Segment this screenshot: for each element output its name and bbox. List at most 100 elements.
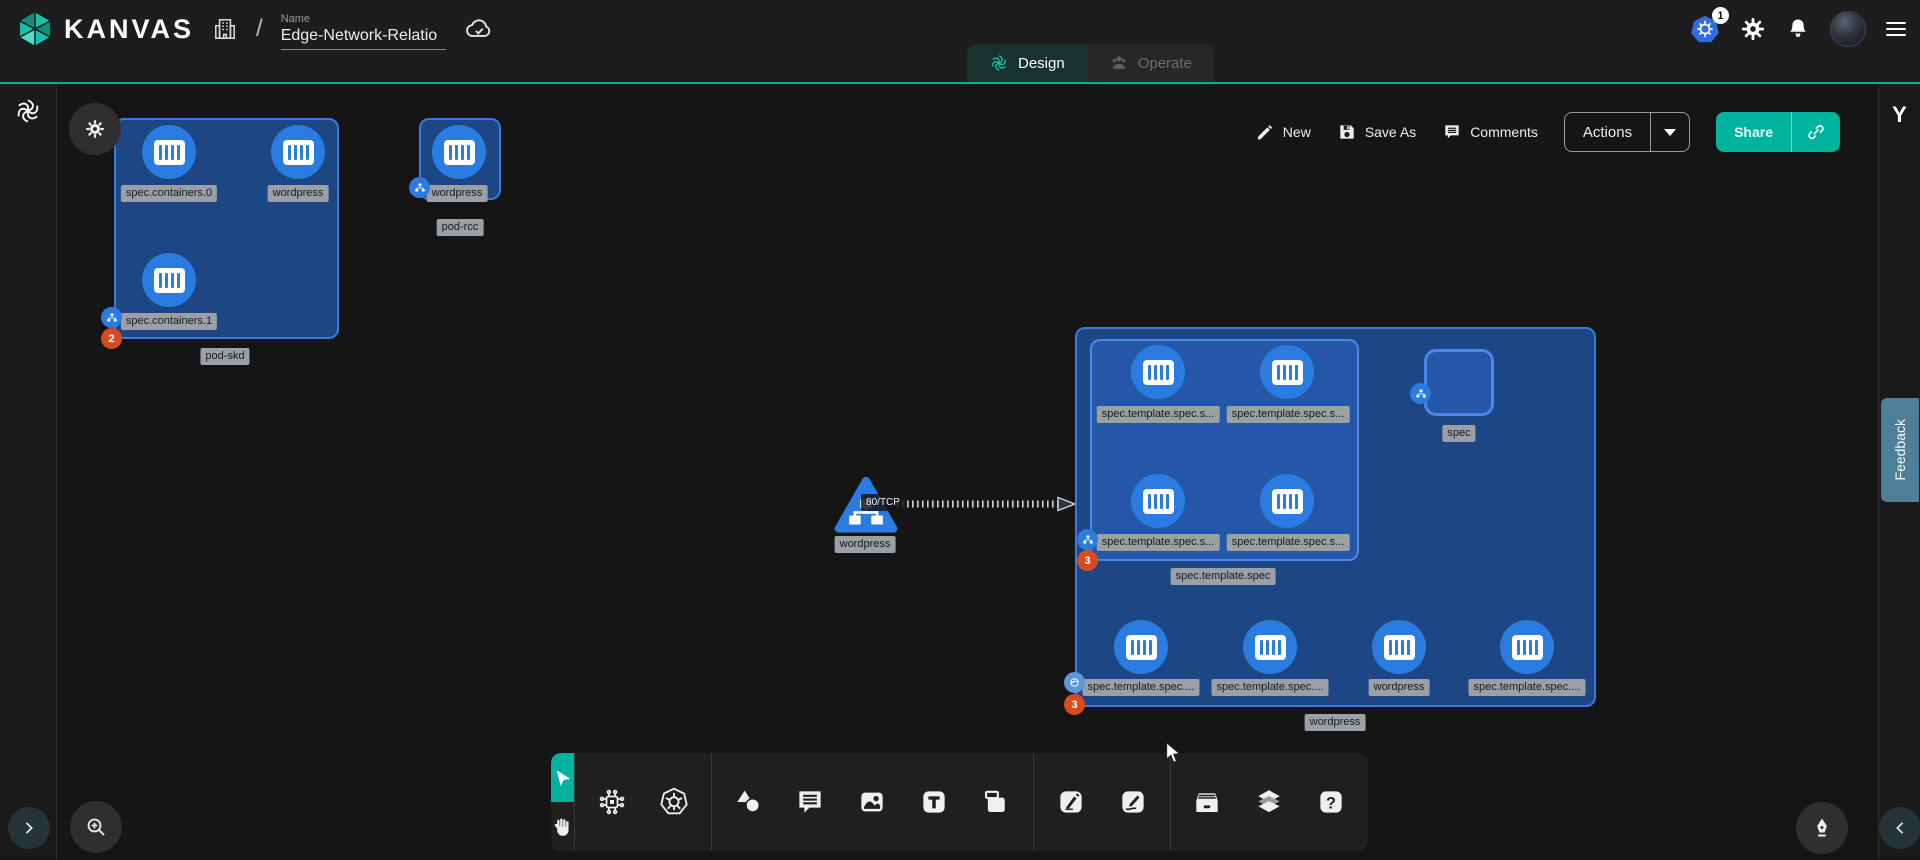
template-container-node[interactable] [1260, 474, 1314, 528]
freehand-draw-tool-button[interactable] [1104, 753, 1162, 851]
node-spec-containers-0[interactable] [142, 125, 196, 179]
kanvas-logo[interactable]: KANVAS [16, 10, 194, 48]
node-label: spec.containers.0 [121, 185, 217, 202]
left-rail [0, 84, 57, 858]
share-link-icon[interactable] [1791, 112, 1840, 152]
comments-icon [1442, 122, 1462, 142]
kubernetes-tool-button[interactable] [645, 753, 703, 851]
breadcrumb-separator: / [256, 15, 263, 43]
design-canvas[interactable]: New Save As [57, 84, 1878, 858]
notifications-bell-icon[interactable] [1786, 17, 1810, 41]
brand-name: KANVAS [64, 14, 194, 45]
collapse-right-panel-button[interactable] [1879, 807, 1920, 849]
zoom-search-button[interactable] [70, 801, 122, 853]
design-name-input[interactable] [281, 25, 446, 50]
tab-design[interactable]: Design [967, 44, 1087, 82]
y-panel-icon[interactable]: Y [1879, 102, 1920, 128]
group-label: wordpress [1305, 714, 1366, 731]
deployment-badge-icon[interactable] [1064, 672, 1085, 693]
node-label: wordpress [427, 185, 488, 202]
help-tool-button[interactable]: ? [1302, 753, 1360, 851]
template-container-node[interactable] [1131, 345, 1185, 399]
pen-tool-button[interactable] [1042, 753, 1100, 851]
share-split-button[interactable]: Share [1716, 112, 1840, 152]
node-label: spec.template.spec.s... [1227, 534, 1350, 551]
tab-operate-label: Operate [1138, 55, 1192, 72]
design-name-label: Name [281, 13, 446, 25]
share-label[interactable]: Share [1716, 112, 1791, 152]
group-settings-button[interactable] [69, 103, 121, 155]
spec-node[interactable] [1424, 349, 1494, 416]
actions-split-button[interactable]: Actions [1564, 112, 1690, 152]
container-icon [154, 140, 185, 165]
template-container-node[interactable] [1131, 474, 1185, 528]
container-icon [1512, 635, 1543, 660]
tab-operate[interactable]: Operate [1087, 44, 1214, 82]
mouse-cursor [1161, 740, 1185, 766]
pan-tool-button[interactable] [551, 802, 574, 851]
node-wordpress-container[interactable] [271, 125, 325, 179]
hamburger-menu-icon[interactable] [1886, 18, 1906, 40]
container-icon [1384, 635, 1415, 660]
container-icon [283, 140, 314, 165]
feedback-label: Feedback [1892, 419, 1908, 480]
shape-note-tool-button[interactable] [967, 753, 1025, 851]
relationship-badge-icon[interactable] [1077, 529, 1098, 550]
tab-design-label: Design [1018, 55, 1065, 72]
kubernetes-context-count: 1 [1712, 7, 1729, 24]
node-label: spec.template.spec.s... [1097, 534, 1220, 551]
new-button[interactable]: New [1255, 122, 1311, 142]
deployment-container-node[interactable] [1372, 620, 1426, 674]
drawer-tool-button[interactable] [1178, 753, 1236, 851]
actions-dropdown-caret[interactable] [1650, 113, 1689, 151]
design-name-field: Name [281, 13, 446, 50]
pen-nib-button[interactable] [1796, 802, 1848, 854]
node-label: spec.containers.1 [121, 313, 217, 330]
group-label: pod-rcc [437, 219, 484, 236]
issue-count-badge[interactable]: 3 [1077, 550, 1098, 571]
relationship-badge-icon[interactable] [1410, 383, 1431, 404]
comments-button[interactable]: Comments [1442, 122, 1538, 142]
comment-tool-button[interactable] [781, 753, 839, 851]
issue-count-badge[interactable]: 3 [1064, 694, 1085, 715]
components-tool-button[interactable] [583, 753, 641, 851]
deployment-container-node[interactable] [1500, 620, 1554, 674]
service-edge[interactable] [895, 496, 1077, 512]
feedback-tab[interactable]: Feedback [1881, 398, 1919, 502]
deployment-container-node[interactable] [1243, 620, 1297, 674]
node-wordpress-container[interactable] [432, 125, 486, 179]
cloud-saved-icon [464, 14, 494, 44]
container-icon [1255, 635, 1286, 660]
group-label: pod-skd [200, 348, 249, 365]
actions-label[interactable]: Actions [1565, 113, 1650, 151]
new-icon [1255, 122, 1275, 142]
service-label: wordpress [835, 536, 896, 553]
user-avatar[interactable] [1830, 11, 1866, 47]
organization-icon[interactable] [212, 16, 238, 42]
relationship-badge-icon[interactable] [409, 177, 430, 198]
image-tool-button[interactable] [843, 753, 901, 851]
template-container-node[interactable] [1260, 345, 1314, 399]
svg-text:?: ? [1326, 794, 1336, 812]
edge-port-label: 80/TCP [861, 494, 905, 511]
container-icon [1143, 360, 1174, 385]
layers-tool-button[interactable] [1240, 753, 1298, 851]
relationship-badge-icon[interactable] [101, 307, 122, 328]
node-spec-containers-1[interactable] [142, 253, 196, 307]
kubernetes-context-button[interactable]: 1 [1690, 14, 1720, 44]
save-as-button[interactable]: Save As [1337, 122, 1416, 142]
container-icon [1143, 489, 1174, 514]
canvas-action-bar: New Save As [1255, 112, 1840, 152]
text-tool-button[interactable] [905, 753, 963, 851]
expand-left-panel-button[interactable] [8, 807, 50, 849]
settings-gear-icon[interactable] [1740, 16, 1766, 42]
mode-tabs: Design Operate [967, 44, 1214, 82]
container-icon [1126, 635, 1157, 660]
container-icon [1272, 489, 1303, 514]
node-label: spec.template.spec.... [1083, 679, 1200, 696]
issue-count-badge[interactable]: 2 [101, 328, 122, 349]
deployment-container-node[interactable] [1114, 620, 1168, 674]
select-tool-button[interactable] [551, 753, 574, 802]
shapes-tool-button[interactable] [719, 753, 777, 851]
meshery-spinner-icon[interactable] [13, 96, 43, 126]
